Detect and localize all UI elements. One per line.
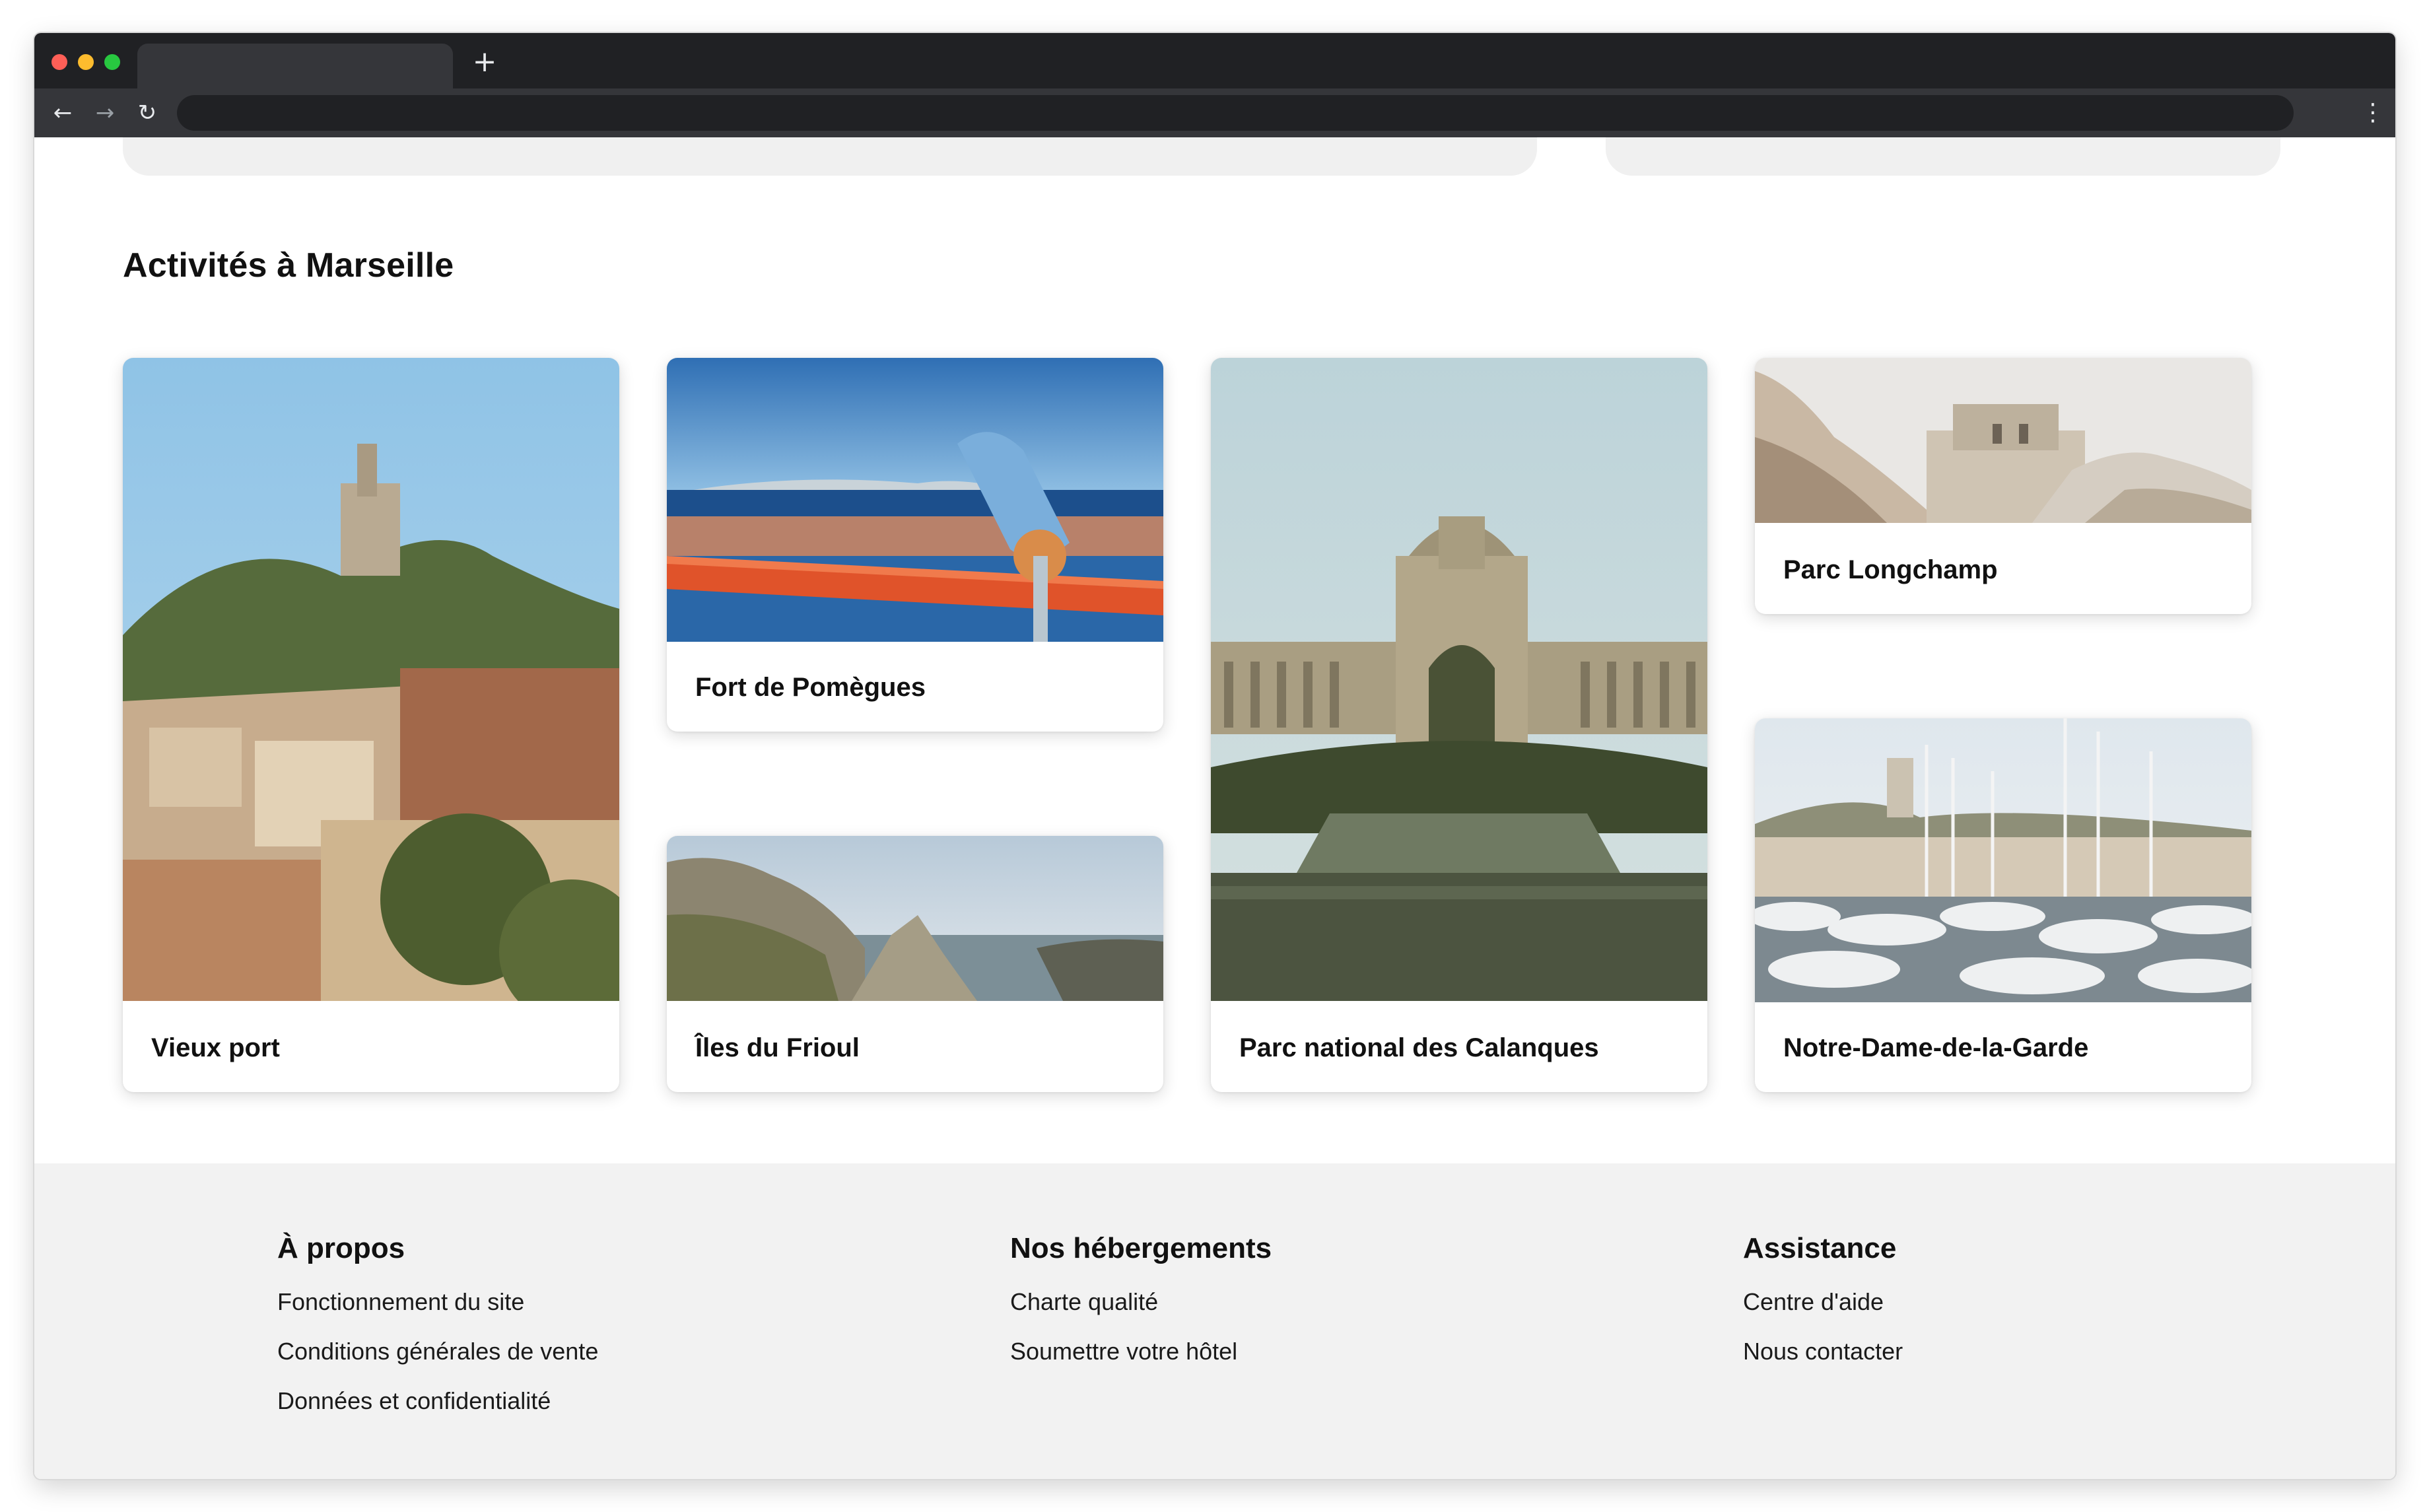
activity-card-label: Vieux port	[151, 1033, 280, 1062]
footer-link[interactable]: Nous contacter	[1743, 1337, 1903, 1365]
forward-arrow-icon[interactable]: →	[90, 98, 120, 128]
footer-column-support: Assistance Centre d'aide Nous contacter	[1743, 1232, 1903, 1387]
activity-card[interactable]: Parc national des Calanques	[1211, 358, 1707, 1092]
marina-boats-photo	[1755, 718, 2251, 1002]
site-footer: À propos Fonctionnement du site Conditio…	[34, 1163, 2395, 1479]
activity-card[interactable]: Îles du Frioul	[667, 836, 1163, 1092]
new-tab-icon[interactable]: +	[470, 48, 499, 77]
activity-card-label: Parc national des Calanques	[1239, 1033, 1599, 1062]
footer-link[interactable]: Données et confidentialité	[277, 1387, 598, 1415]
footer-column-accommodations: Nos hébergements Charte qualité Soumettr…	[1010, 1232, 1272, 1387]
footer-link[interactable]: Centre d'aide	[1743, 1288, 1903, 1316]
rock-fortress-photo	[1755, 358, 2251, 523]
activity-card-label: Parc Longchamp	[1783, 555, 1998, 584]
activity-card[interactable]: Parc Longchamp	[1755, 358, 2251, 614]
city-hillside-photo	[123, 358, 619, 1001]
footer-heading: Nos hébergements	[1010, 1232, 1272, 1264]
palace-fountain-photo	[1211, 358, 1707, 1001]
footer-link[interactable]: Fonctionnement du site	[277, 1288, 598, 1316]
footer-link[interactable]: Conditions générales de vente	[277, 1337, 598, 1365]
address-bar[interactable]	[177, 95, 2294, 131]
activity-card[interactable]: Notre-Dame-de-la-Garde	[1755, 718, 2251, 1092]
activity-card-label: Notre-Dame-de-la-Garde	[1783, 1033, 2089, 1062]
browser-window: + ← → ↻ ⋮ Activités à Marseille Vieux po…	[34, 33, 2395, 1479]
harbor-telescope-photo	[667, 358, 1163, 642]
maximize-window-button[interactable]	[104, 54, 120, 70]
activity-card-label: Îles du Frioul	[695, 1033, 860, 1062]
back-arrow-icon[interactable]: ←	[48, 98, 78, 128]
previous-section-card	[1606, 137, 2280, 176]
close-window-button[interactable]	[51, 54, 67, 70]
previous-section-card	[123, 137, 1537, 176]
activity-card-label: Fort de Pomègues	[695, 673, 926, 702]
tab-bar: +	[34, 33, 2395, 88]
coastal-cliffs-photo	[667, 836, 1163, 1001]
browser-toolbar: ← → ↻ ⋮	[34, 88, 2395, 137]
page-viewport: Activités à Marseille Vieux port Fort de…	[34, 137, 2395, 1479]
footer-link[interactable]: Charte qualité	[1010, 1288, 1272, 1316]
section-title: Activités à Marseille	[123, 246, 454, 285]
browser-tab[interactable]	[137, 44, 453, 88]
footer-column-about: À propos Fonctionnement du site Conditio…	[277, 1232, 598, 1436]
more-menu-icon[interactable]: ⋮	[2361, 98, 2385, 128]
activity-card[interactable]: Vieux port	[123, 358, 619, 1092]
minimize-window-button[interactable]	[78, 54, 94, 70]
activity-card[interactable]: Fort de Pomègues	[667, 358, 1163, 732]
reload-icon[interactable]: ↻	[132, 98, 162, 128]
footer-link[interactable]: Soumettre votre hôtel	[1010, 1337, 1272, 1365]
footer-heading: Assistance	[1743, 1232, 1897, 1264]
footer-heading: À propos	[277, 1232, 405, 1264]
